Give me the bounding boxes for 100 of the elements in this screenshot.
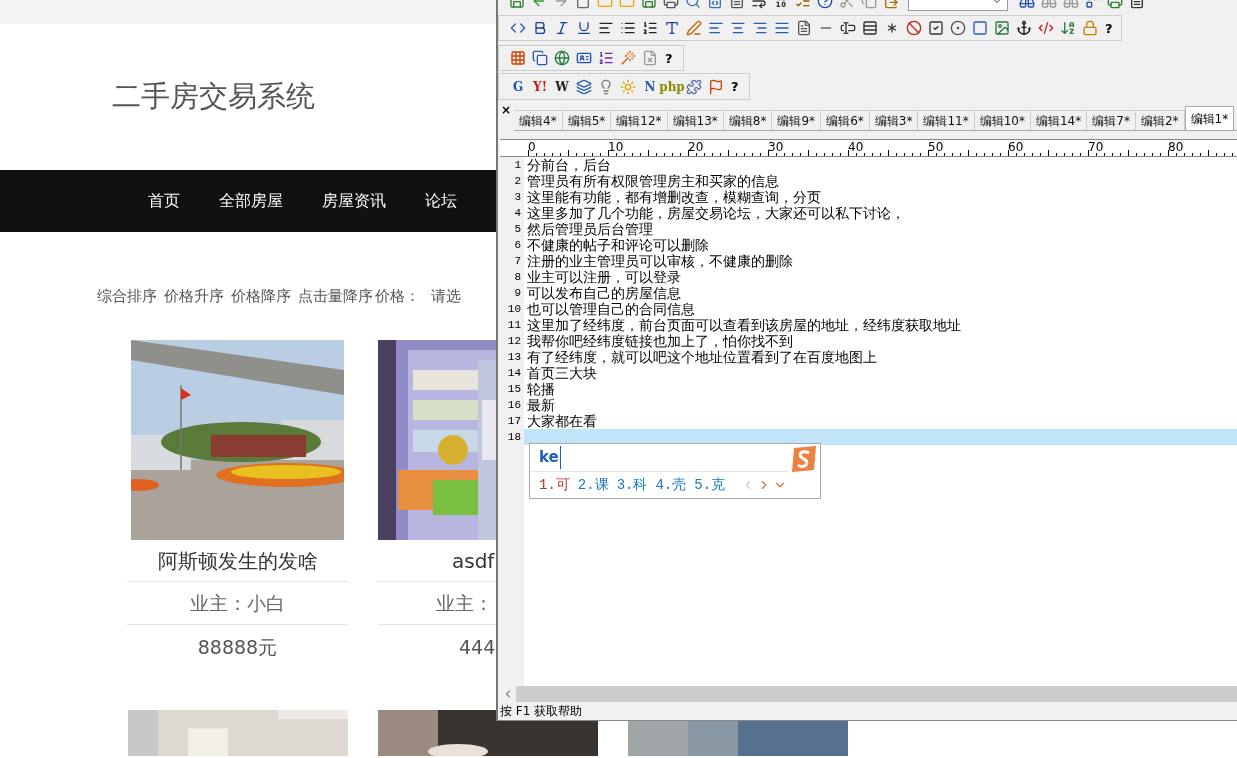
sort-link[interactable]: 价格升序 [164,284,224,308]
listing-title[interactable]: 阿斯顿发生的发啥 [157,545,318,576]
price-select[interactable]: 请选 [431,284,461,308]
align-icon[interactable] [708,20,724,36]
ruler-label: 20 [688,140,704,154]
text-line: 最新 [527,397,555,413]
line-number: 18 [507,430,521,445]
editor-tab[interactable]: 编辑7* [1087,110,1136,130]
image-icon[interactable] [994,20,1010,36]
ime-candidate[interactable]: 5.克 [694,474,726,496]
ruler-label: 40 [848,140,864,154]
text-line: 这里能有功能，都有增删改查，模糊查询，分页 [527,189,821,205]
reset-icon[interactable] [906,20,922,36]
sort-icon[interactable] [1060,20,1076,36]
flag-icon[interactable] [708,78,724,95]
nav-link[interactable]: 首页 [148,189,180,213]
sort-link[interactable]: 综合排序 [97,284,157,308]
align-icon[interactable] [730,20,746,36]
help-mark[interactable]: ? [727,80,743,93]
line-number: 3 [514,190,521,205]
line-number: 1 [514,158,521,173]
search-engine-button[interactable]: G [507,76,529,97]
help-mark[interactable]: ? [1101,21,1117,35]
numbered-list-icon[interactable] [642,20,658,36]
help-mark[interactable]: ? [661,51,677,65]
site-title: 二手房交易系统 [112,78,315,116]
globe-icon[interactable] [554,50,570,66]
nav-link[interactable]: 房屋资讯 [322,189,386,213]
text-line: 不健康的帖子和评论可以删除 [527,237,709,253]
owner-text: 业主： [436,590,493,616]
horizontal-scrollbar[interactable] [500,686,1237,702]
listing-title[interactable]: asdf [452,545,495,576]
editor-tab[interactable]: 编辑10* [974,110,1031,130]
editor-tab[interactable]: 编辑13* [667,110,724,130]
text-line: 这里多加了几个功能，房屋交易论坛，大家还可以私下讨论， [527,205,905,221]
price-label: 价格： [375,285,420,307]
align-icon[interactable] [774,20,790,36]
ime-candidate[interactable]: 3.科 [616,474,648,496]
close-mark[interactable]: × [500,104,512,116]
nav-link[interactable]: 论坛 [425,189,457,213]
editor-tab[interactable]: 编辑14* [1030,110,1088,130]
editor-tab[interactable]: 编辑6* [821,110,870,130]
wand-icon[interactable] [620,50,636,66]
editor-tab[interactable]: 编辑5* [562,110,612,130]
list-icon[interactable] [620,20,636,36]
text-line: 首页三大块 [527,365,597,381]
id-card-icon[interactable] [576,50,592,66]
text-line: 轮播 [527,381,555,397]
line-number: 2 [514,174,521,189]
editor-tab[interactable]: 编辑12* [611,110,668,130]
line-number: 11 [507,318,521,333]
checkbox-icon[interactable] [928,20,944,36]
grid-icon[interactable] [510,50,526,66]
editor-tab[interactable]: 编辑9* [772,110,822,130]
line-number: 8 [514,270,521,285]
puzzle-icon[interactable] [686,78,702,95]
line-number: 12 [507,334,521,349]
pen-icon[interactable] [686,20,702,36]
list-box-icon[interactable] [862,20,878,36]
owner-text: 业主：小白 [190,590,285,616]
ime-candidate[interactable]: 4.壳 [655,474,687,496]
ruler-label: 10 [608,140,624,154]
text-line: 这里加了经纬度，前台页面可以查看到该房屋的地址，经纬度获取地址 [527,317,961,333]
indent-icon[interactable] [598,20,614,36]
text-field-icon[interactable] [840,20,856,36]
text-line: 有了经纬度，就可以吧这个地址位置看到了在百度地图上 [527,349,877,365]
align-icon[interactable] [752,20,768,36]
sort-link[interactable]: 点击量降序 [298,284,373,308]
form-icon[interactable] [796,20,812,36]
ruler-label: 50 [928,140,944,154]
radio-icon[interactable] [950,20,966,36]
editor-tab[interactable]: 编辑3* [869,110,919,130]
line-number: 6 [514,238,521,253]
frame-icon[interactable] [972,20,988,36]
editor-tab[interactable]: 编辑1* [1184,106,1235,130]
code-icon[interactable] [510,20,526,36]
search-engine-button[interactable]: W [551,76,573,97]
editor-tab[interactable]: 编辑4* [514,110,563,130]
editor-tab[interactable]: 编辑11* [918,110,975,130]
ime-candidate[interactable]: 1.可 [539,474,570,496]
pages-icon[interactable] [532,50,548,66]
price-text: 444 [459,634,496,660]
lock-icon[interactable] [1082,20,1098,36]
italic-icon[interactable] [554,20,570,36]
bold-icon[interactable] [532,20,548,36]
editor-tab[interactable]: 编辑2* [1135,110,1185,130]
editor-tab[interactable]: 编辑8* [723,110,773,130]
price-text: 88888元 [197,634,278,660]
anchor-icon[interactable] [1016,20,1032,36]
lightbulb-icon[interactable] [598,78,614,95]
entity-icon[interactable] [1038,20,1054,36]
nav-link[interactable]: 全部房屋 [219,189,283,213]
search-engine-button[interactable]: Y! [529,76,551,97]
layers-icon[interactable] [576,78,592,95]
font-icon[interactable] [664,20,680,36]
underline-icon[interactable] [576,20,592,36]
numbering-icon[interactable] [598,50,614,66]
line-number: 16 [507,398,521,413]
sort-link[interactable]: 价格降序 [231,284,291,308]
ime-candidate[interactable]: 2.课 [577,474,609,496]
